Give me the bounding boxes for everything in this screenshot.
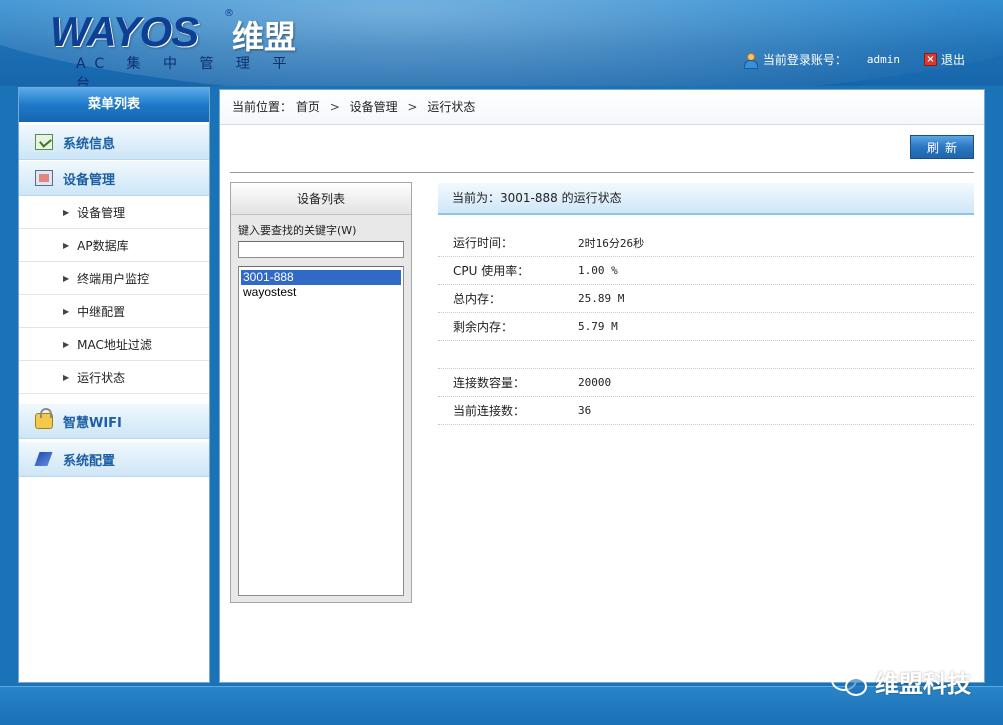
status-key: 当前连接数： xyxy=(453,404,526,418)
triangle-right-icon: ▶ xyxy=(63,339,70,349)
sidebar-item-label: 终端用户监控 xyxy=(77,271,150,286)
sidebar-title: 菜单列表 xyxy=(19,88,209,124)
search-label: 键入要查找的关键字(W) xyxy=(238,224,357,237)
sidebar: 菜单列表 系统信息 设备管理 ▶ 设备管理 ▶ AP数据库 ▶ 终端用户监控 ▶… xyxy=(18,87,210,683)
menu-group-system-info[interactable]: 系统信息 xyxy=(19,124,209,160)
status-value: 25.89 M xyxy=(578,292,625,305)
app-header: WAYOS ® 维盟 AC 集 中 管 理 平 台 当前登录账号： admin … xyxy=(0,0,1003,86)
logo: WAYOS ® 维盟 AC 集 中 管 理 平 台 xyxy=(50,8,310,86)
logo-main-text: WAYOS xyxy=(50,8,199,55)
info-check-icon xyxy=(35,134,53,150)
status-value: 2时16分26秒 xyxy=(578,236,645,250)
sidebar-item-label: 设备管理 xyxy=(77,205,126,220)
status-value: 1.00 % xyxy=(578,264,618,277)
sidebar-item-relay-config[interactable]: ▶ 中继配置 xyxy=(19,295,209,328)
status-header: 当前为：3001-888 的运行状态 xyxy=(438,183,974,215)
device-list-panel: 设备列表 键入要查找的关键字(W) 3001-888 wayostest xyxy=(230,182,412,603)
menu-group-label: 设备管理 xyxy=(63,172,116,188)
sidebar-item-label: MAC地址过滤 xyxy=(77,337,152,352)
breadcrumb-label: 当前位置： xyxy=(232,100,293,114)
status-key: 运行时间： xyxy=(453,236,514,250)
menu-group-smart-wifi[interactable]: 智慧WIFI xyxy=(19,403,209,439)
triangle-right-icon: ▶ xyxy=(63,240,70,250)
watermark: 维盟科技 xyxy=(831,664,971,699)
status-value: 5.79 M xyxy=(578,320,618,333)
status-key: CPU 使用率： xyxy=(453,264,530,278)
menu-group-label: 系统配置 xyxy=(63,453,116,469)
status-row-uptime: 运行时间： 2时16分26秒 xyxy=(438,229,974,257)
close-icon: × xyxy=(923,53,937,66)
toolbar: 刷新 xyxy=(230,135,974,173)
sidebar-item-mac-filter[interactable]: ▶ MAC地址过滤 xyxy=(19,328,209,361)
status-key: 剩余内存： xyxy=(453,320,514,334)
logout-label: 退出 xyxy=(940,53,965,67)
logo-chinese-text: 维盟 xyxy=(232,18,297,56)
refresh-button[interactable]: 刷新 xyxy=(910,135,974,159)
sidebar-item-terminal-user-monitor[interactable]: ▶ 终端用户监控 xyxy=(19,262,209,295)
status-table: 运行时间： 2时16分26秒 CPU 使用率： 1.00 % 总内存： 25.8… xyxy=(438,229,974,425)
triangle-right-icon: ▶ xyxy=(63,306,70,316)
logo-subtitle: AC 集 中 管 理 平 台 xyxy=(76,56,296,86)
watermark-text: 维盟科技 xyxy=(875,670,971,698)
breadcrumb-item-running-status: 运行状态 xyxy=(427,100,476,114)
triangle-right-icon: ▶ xyxy=(63,273,70,283)
breadcrumb-separator: > xyxy=(329,100,340,114)
device-icon xyxy=(35,170,53,186)
logout-button[interactable]: × 退出 xyxy=(923,51,965,68)
status-value: 20000 xyxy=(578,376,612,389)
main-content: 当前位置： 首页 > 设备管理 > 运行状态 刷新 设备列表 键入要查找的关键字… xyxy=(219,89,985,683)
sidebar-item-label: 运行状态 xyxy=(77,370,126,385)
list-item-device-wayostest[interactable]: wayostest xyxy=(241,285,401,300)
breadcrumb: 当前位置： 首页 > 设备管理 > 运行状态 xyxy=(220,90,984,125)
sidebar-item-running-status[interactable]: ▶ 运行状态 xyxy=(19,361,209,394)
triangle-right-icon: ▶ xyxy=(63,207,70,217)
status-row-free-memory: 剩余内存： 5.79 M xyxy=(438,313,974,341)
status-row-cpu: CPU 使用率： 1.00 % xyxy=(438,257,974,285)
breadcrumb-separator: > xyxy=(407,100,418,114)
username: admin xyxy=(866,53,900,66)
sidebar-item-label: 中继配置 xyxy=(77,304,126,319)
wechat-icon xyxy=(831,668,867,696)
list-item-device-3001-888[interactable]: 3001-888 xyxy=(241,270,401,285)
lock-icon xyxy=(35,408,53,429)
search-input[interactable] xyxy=(238,241,404,258)
menu-group-label: 智慧WIFI xyxy=(63,415,122,431)
menu-group-label: 系统信息 xyxy=(63,136,116,152)
status-value: 36 xyxy=(578,404,592,417)
sidebar-item-ap-database[interactable]: ▶ AP数据库 xyxy=(19,229,209,262)
status-row-total-memory: 总内存： 25.89 M xyxy=(438,285,974,313)
breadcrumb-item-device-management[interactable]: 设备管理 xyxy=(350,100,398,114)
login-label: 当前登录账号： xyxy=(762,53,847,67)
device-listbox[interactable]: 3001-888 wayostest xyxy=(238,266,404,596)
user-icon xyxy=(743,52,758,69)
status-panel: 当前为：3001-888 的运行状态 运行时间： 2时16分26秒 CPU 使用… xyxy=(438,183,974,519)
breadcrumb-item-home[interactable]: 首页 xyxy=(296,100,320,114)
user-bar: 当前登录账号： admin × 退出 xyxy=(743,51,965,69)
status-row-current-connections: 当前连接数： 36 xyxy=(438,397,974,425)
status-key: 总内存： xyxy=(453,292,502,306)
triangle-right-icon: ▶ xyxy=(63,372,70,382)
sidebar-item-device-management[interactable]: ▶ 设备管理 xyxy=(19,196,209,229)
menu-group-system-config[interactable]: 系统配置 xyxy=(19,441,209,477)
config-icon xyxy=(35,451,53,467)
menu-group-device-management[interactable]: 设备管理 xyxy=(19,160,209,196)
device-list-title: 设备列表 xyxy=(231,183,411,215)
status-row-spacer xyxy=(438,341,974,369)
status-row-connection-capacity: 连接数容量： 20000 xyxy=(438,369,974,397)
sidebar-item-label: AP数据库 xyxy=(77,238,129,253)
status-key: 连接数容量： xyxy=(453,376,526,390)
